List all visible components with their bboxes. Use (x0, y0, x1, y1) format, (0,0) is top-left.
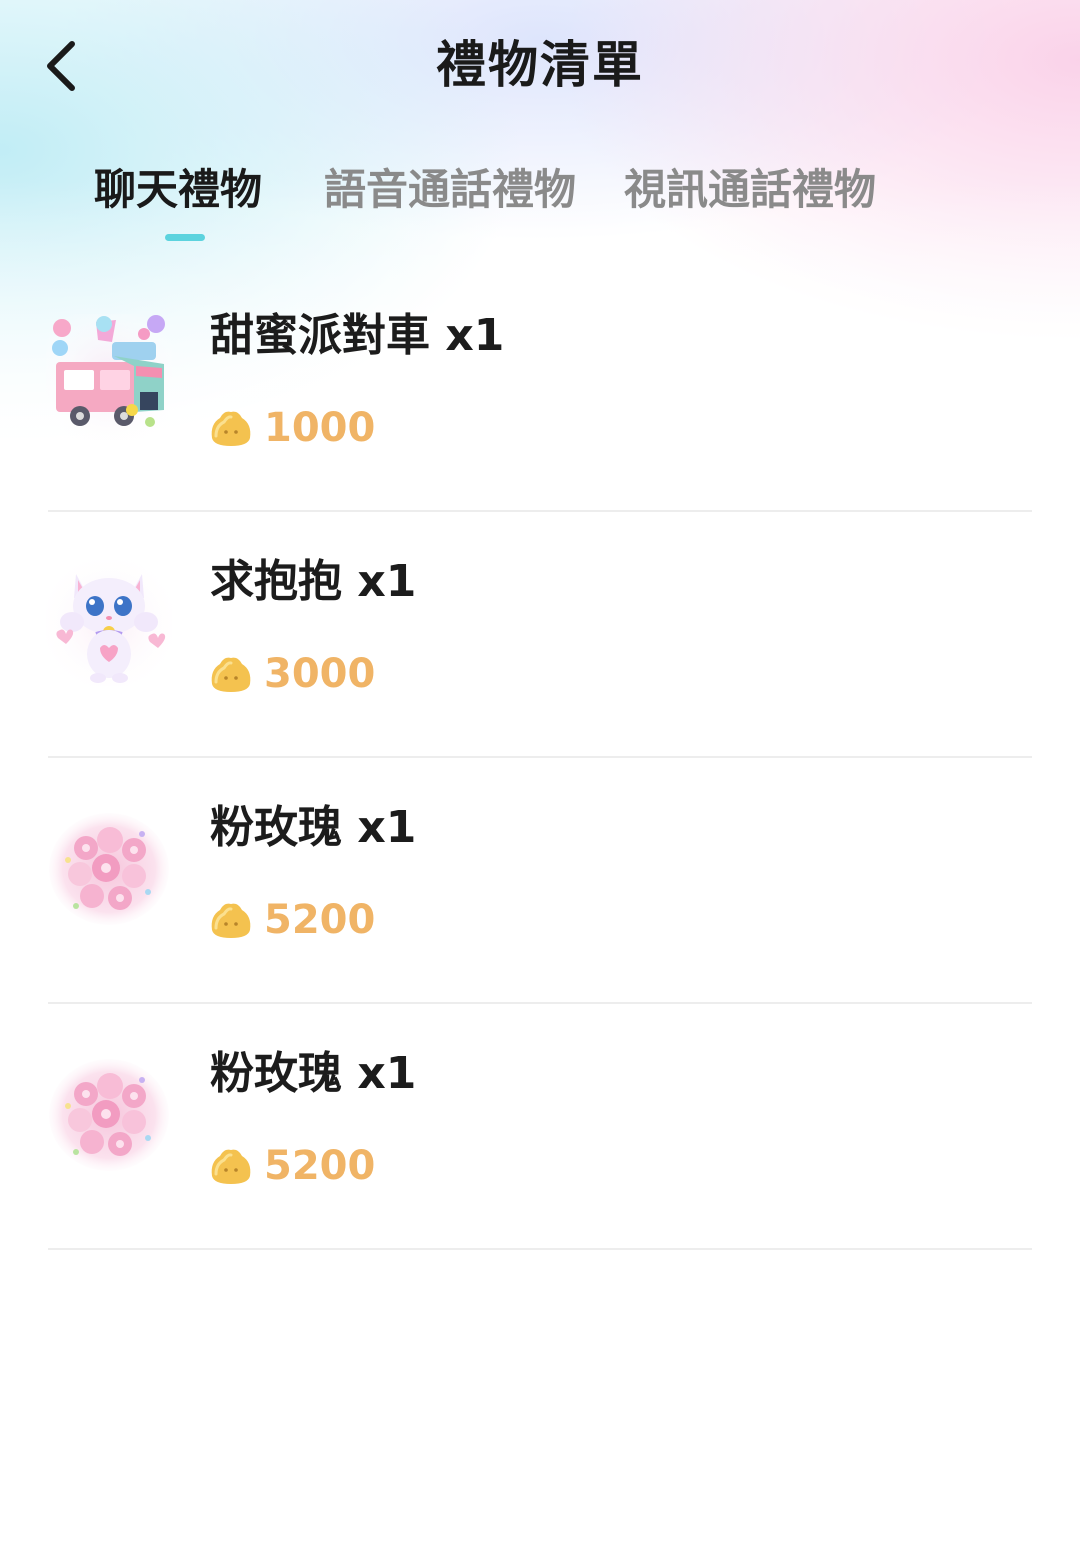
tab-chat-gifts[interactable]: 聊天禮物 (94, 160, 262, 230)
gift-price: 3000 (208, 644, 375, 704)
gift-price-value: 5200 (264, 897, 376, 943)
party-car-image (46, 314, 172, 440)
gift-list-screen: 禮物清單 聊天禮物 語音通話禮物 視訊通話禮物 甜蜜派對車 x1 1000 求抱… (0, 0, 1080, 1544)
list-item[interactable]: 粉玫瑰 x1 5200 (0, 1004, 1080, 1250)
gift-price: 5200 (208, 890, 375, 950)
list-item[interactable]: 粉玫瑰 x1 5200 (0, 758, 1080, 1004)
coin-icon (211, 1149, 251, 1184)
gift-price: 5200 (208, 1136, 375, 1196)
tab-video-call-gifts[interactable]: 視訊通話禮物 (624, 160, 876, 230)
coin-icon (211, 657, 251, 692)
list-item[interactable]: 求抱抱 x1 3000 (0, 512, 1080, 758)
coin-icon (211, 903, 251, 938)
pink-rose-image (46, 806, 172, 932)
page-title: 禮物清單 (436, 36, 644, 94)
pink-rose-image (46, 1052, 172, 1178)
coin-icon (211, 411, 251, 446)
gift-price-value: 3000 (264, 651, 376, 697)
hug-cat-image (46, 560, 172, 686)
header: 禮物清單 (0, 0, 1080, 130)
gift-name: 粉玫瑰 x1 (210, 1048, 417, 1099)
gift-price-value: 5200 (264, 1143, 376, 1189)
gift-price-value: 1000 (264, 405, 376, 451)
tab-voice-call-gifts[interactable]: 語音通話禮物 (324, 160, 576, 230)
gift-category-tabs: 聊天禮物 語音通話禮物 視訊通話禮物 (0, 160, 1080, 250)
gift-price: 1000 (208, 398, 375, 458)
divider (48, 1248, 1032, 1250)
gift-name: 求抱抱 x1 (210, 556, 417, 607)
active-tab-indicator (165, 234, 205, 241)
gift-name: 甜蜜派對車 x1 (210, 310, 505, 361)
gift-list: 甜蜜派對車 x1 1000 求抱抱 x1 3000 粉玫瑰 x1 5200 粉玫… (0, 266, 1080, 1250)
list-item[interactable]: 甜蜜派對車 x1 1000 (0, 266, 1080, 512)
gift-name: 粉玫瑰 x1 (210, 802, 417, 853)
